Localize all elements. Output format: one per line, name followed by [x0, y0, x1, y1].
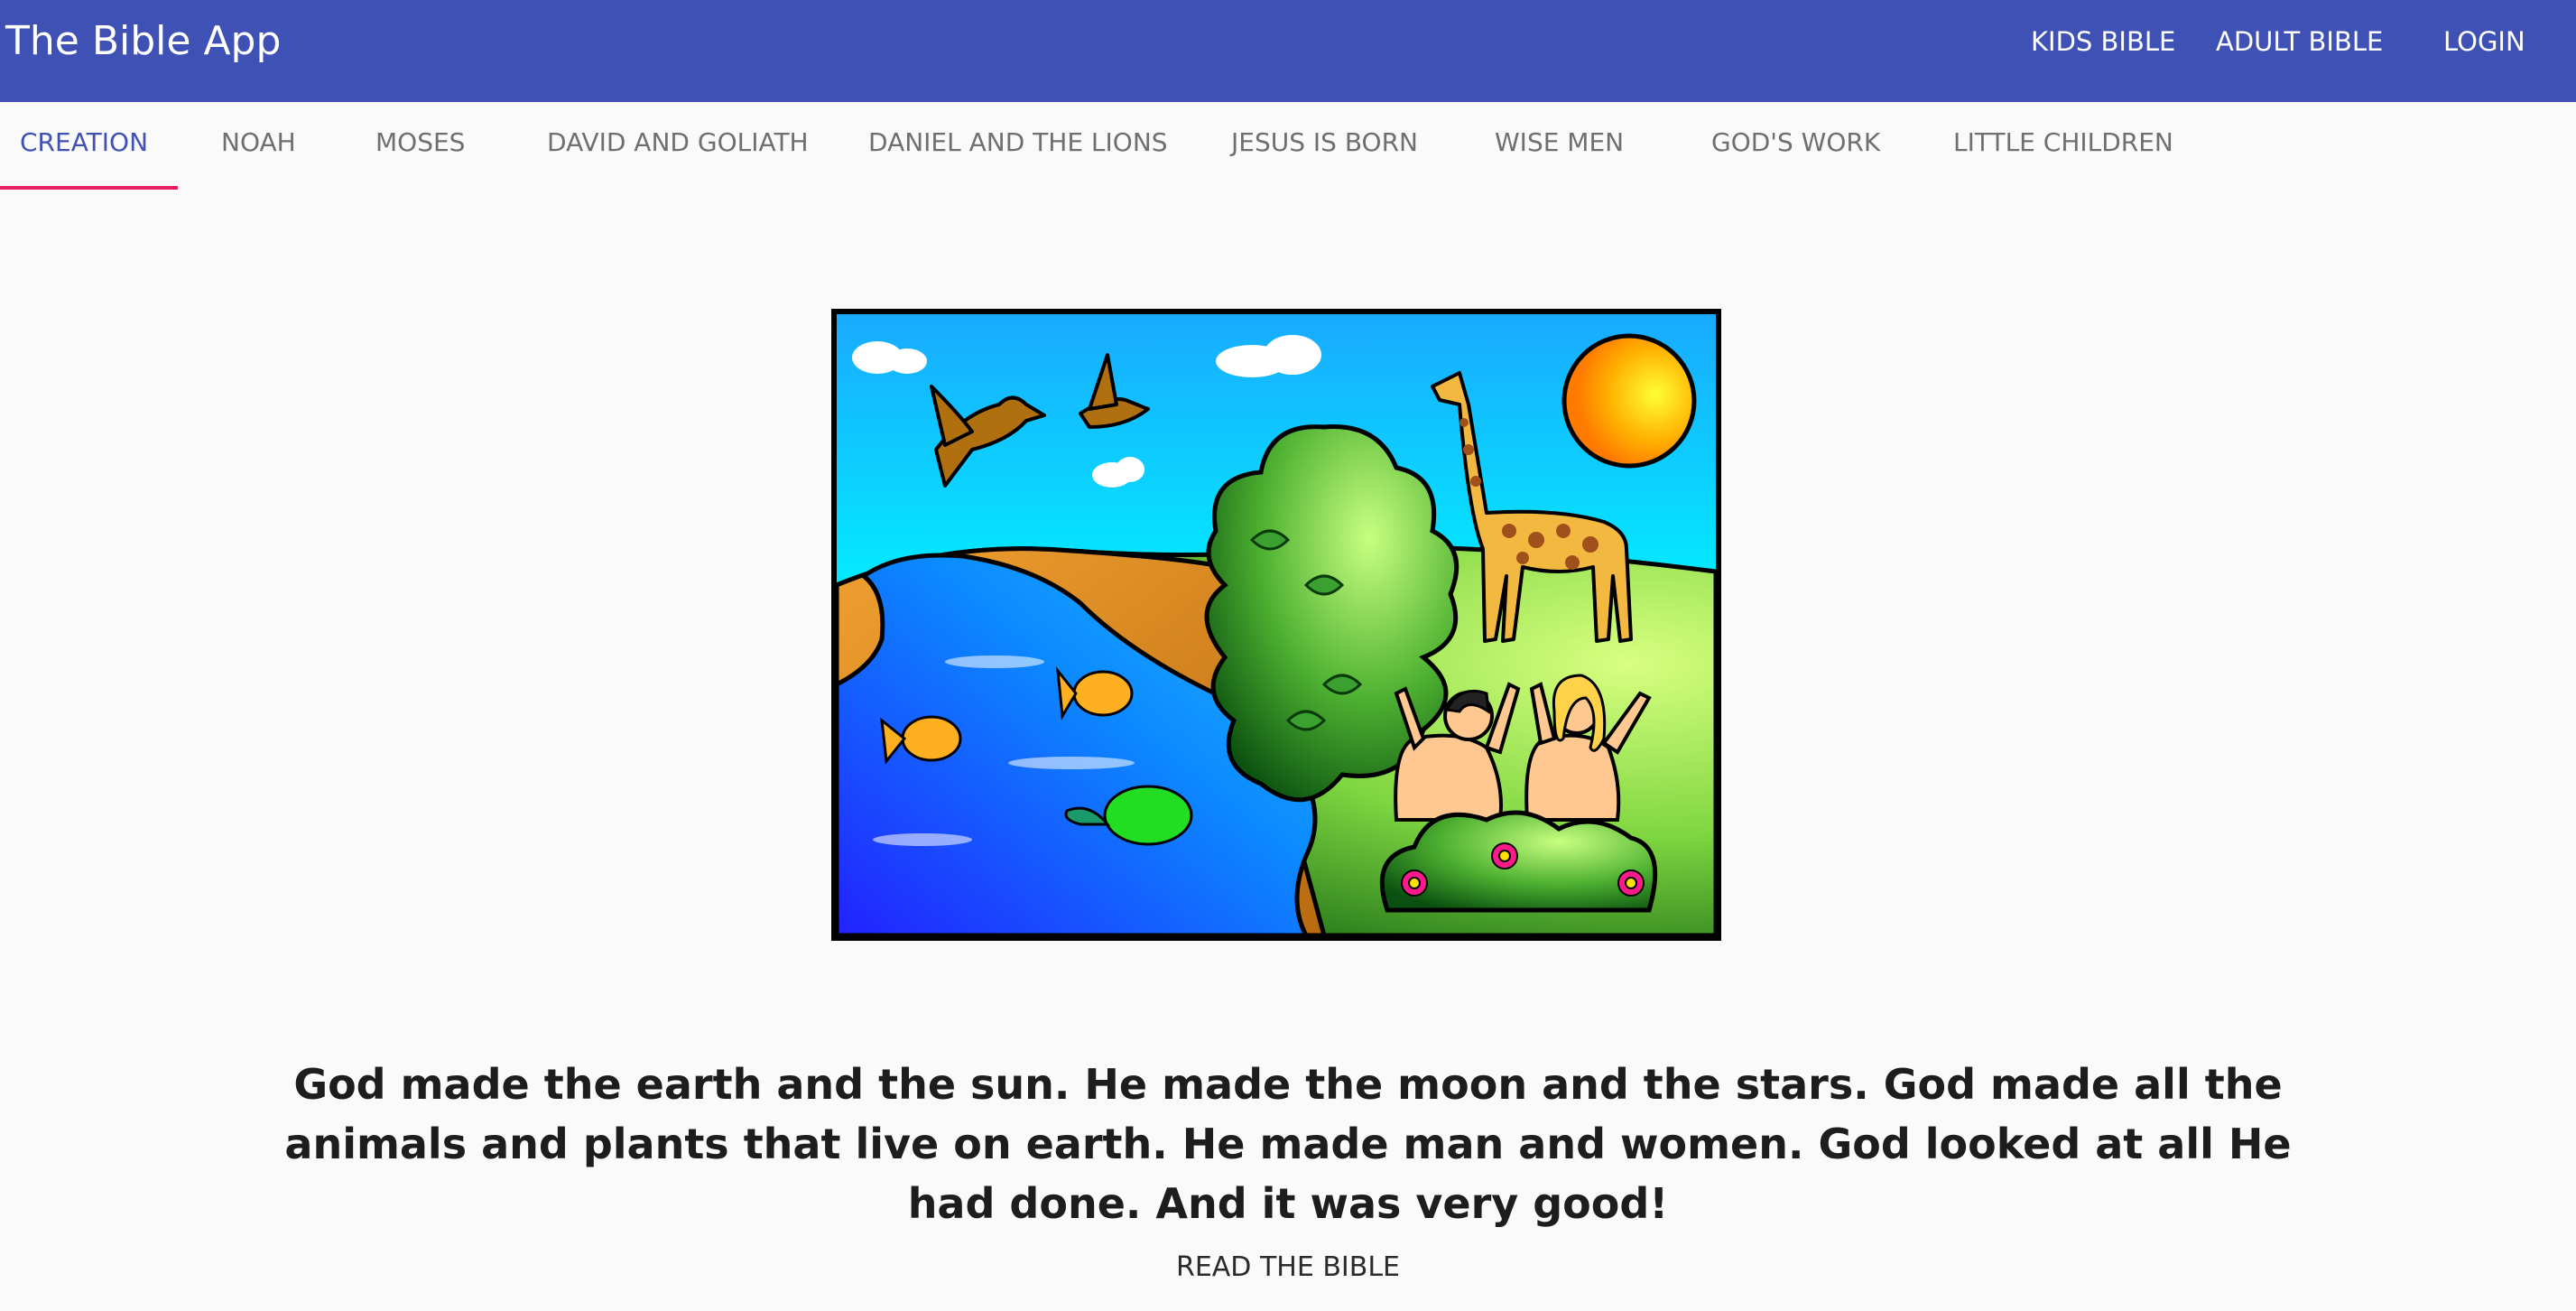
- active-tab-indicator: [0, 186, 178, 190]
- read-the-bible-link[interactable]: Read the Bible: [1062, 1244, 1514, 1291]
- tab-moses[interactable]: Moses: [375, 102, 465, 190]
- app-title[interactable]: The Bible App: [5, 16, 281, 67]
- app-bar: The Bible App Kids Bible Adult Bible Log…: [0, 0, 2576, 102]
- tab-daniel-and-the-lions[interactable]: Daniel and the Lions: [868, 102, 1168, 190]
- tab-gods-work[interactable]: God's Work: [1711, 102, 1880, 190]
- kids-bible-button[interactable]: Kids Bible: [2031, 22, 2175, 61]
- tab-jesus-is-born[interactable]: Jesus is Born: [1231, 102, 1418, 190]
- tab-noah[interactable]: Noah: [221, 102, 296, 190]
- creation-scene-graphic: [837, 314, 1716, 935]
- creation-illustration: [831, 309, 1721, 941]
- tab-creation[interactable]: Creation: [20, 102, 148, 190]
- tab-wise-men[interactable]: Wise Men: [1495, 102, 1624, 190]
- tab-little-children[interactable]: Little Children: [1953, 102, 2173, 190]
- story-tabs: Creation Noah Moses David and Goliath Da…: [0, 102, 2576, 190]
- adult-bible-button[interactable]: Adult Bible: [2216, 22, 2383, 61]
- login-button[interactable]: Login: [2443, 22, 2525, 61]
- story-text: God made the earth and the sun. He made …: [284, 1060, 2292, 1228]
- tab-david-and-goliath[interactable]: David and Goliath: [547, 102, 809, 190]
